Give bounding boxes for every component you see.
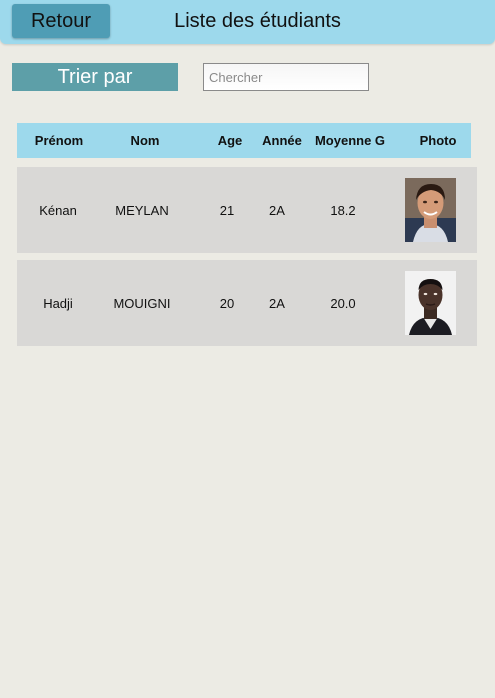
page-title: Liste des étudiants (174, 10, 341, 32)
student-photo[interactable] (405, 178, 456, 242)
column-header-prenom[interactable]: Prénom (35, 133, 83, 148)
student-photo[interactable] (405, 271, 456, 335)
column-header-moyenne[interactable]: Moyenne G (315, 133, 385, 148)
cell-prenom: Kénan (39, 203, 77, 218)
student-photo-hadji (405, 271, 456, 335)
cell-moyenne: 20.0 (330, 296, 356, 311)
table-header: Prénom Nom Age Année Moyenne G Photo (17, 123, 471, 158)
column-header-nom[interactable]: Nom (131, 133, 160, 148)
sort-button[interactable]: Trier par (12, 63, 178, 91)
column-header-annee[interactable]: Année (262, 133, 302, 148)
column-header-photo[interactable]: Photo (420, 133, 457, 148)
top-bar: Retour Liste des étudiants (0, 0, 495, 44)
table-row[interactable]: Hadji MOUIGNI 20 2A 20.0 (17, 260, 477, 346)
cell-prenom: Hadji (43, 296, 73, 311)
cell-age: 20 (219, 296, 235, 311)
search-input[interactable] (203, 63, 369, 91)
table-row[interactable]: Kénan MEYLAN 21 2A 18.2 (17, 167, 477, 253)
column-header-age[interactable]: Age (218, 133, 243, 148)
cell-age: 21 (219, 203, 235, 218)
cell-annee: 2A (269, 296, 285, 311)
cell-annee: 2A (269, 203, 285, 218)
cell-moyenne: 18.2 (330, 203, 356, 218)
cell-nom: MEYLAN (115, 203, 169, 218)
back-button[interactable]: Retour (12, 4, 110, 38)
cell-nom: MOUIGNI (113, 296, 171, 311)
student-photo-kenan (405, 178, 456, 242)
